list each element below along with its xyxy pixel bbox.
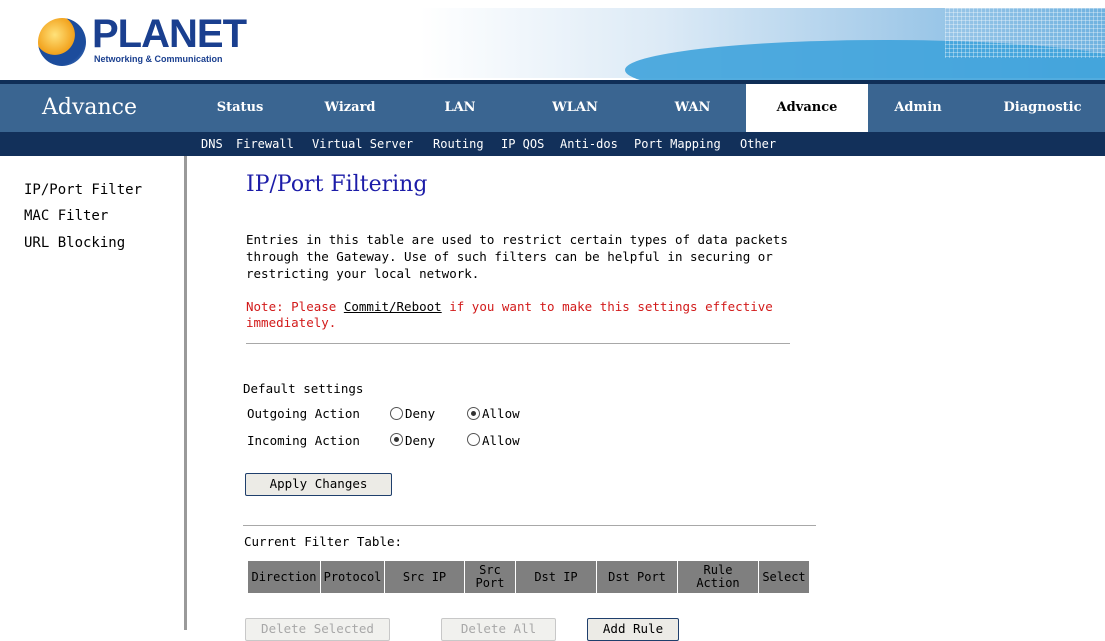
tab-lan[interactable]: LAN [410, 84, 510, 132]
incoming-action-label: Incoming Action [247, 433, 360, 448]
subnav-routing[interactable]: Routing [433, 132, 484, 156]
incoming-allow-radio[interactable] [467, 433, 480, 446]
sidebar-divider [184, 156, 187, 630]
outgoing-allow-radio[interactable] [467, 407, 480, 420]
col-src-ip: Src IP [385, 561, 464, 593]
logo-text: PLANET [92, 12, 247, 56]
default-settings-label: Default settings [243, 381, 364, 396]
subnav-firewall[interactable]: Firewall [236, 132, 294, 156]
col-dst-port: Dst Port [597, 561, 677, 593]
incoming-deny-radio[interactable] [390, 433, 403, 446]
logo-subtitle: Networking & Communication [94, 54, 223, 64]
subnav-port-mapping[interactable]: Port Mapping [634, 132, 721, 156]
note-prefix: Note: Please [246, 299, 344, 314]
col-protocol: Protocol [321, 561, 384, 593]
col-src-port: Src Port [465, 561, 515, 593]
subnav-dns[interactable]: DNS [201, 132, 223, 156]
tab-diagnostic[interactable]: Diagnostic [980, 84, 1105, 132]
table-divider [243, 525, 816, 526]
header-pattern [945, 8, 1105, 58]
col-dst-ip: Dst IP [516, 561, 596, 593]
subnav-ip-qos[interactable]: IP QOS [501, 132, 544, 156]
outgoing-deny-radio[interactable] [390, 407, 403, 420]
section-title: Advance [42, 95, 138, 120]
incoming-allow-label: Allow [482, 433, 520, 448]
sidebar-item-mac-filter[interactable]: MAC Filter [24, 208, 108, 224]
globe-icon [38, 18, 86, 66]
col-select: Select [759, 561, 809, 593]
outgoing-allow-label: Allow [482, 406, 520, 421]
sidebar-item-ip-port-filter[interactable]: IP/Port Filter [24, 182, 142, 198]
tab-wlan[interactable]: WLAN [520, 84, 630, 132]
sub-nav: DNS Firewall Virtual Server Routing IP Q… [0, 132, 1105, 156]
sidebar-item-url-blocking[interactable]: URL Blocking [24, 235, 125, 251]
tab-status[interactable]: Status [190, 84, 290, 132]
table-header-row: Direction Protocol Src IP Src Port Dst IP… [248, 561, 809, 593]
tab-wizard[interactable]: Wizard [295, 84, 405, 132]
tab-wan[interactable]: WAN [640, 84, 745, 132]
page-title: IP/Port Filtering [246, 172, 428, 197]
subnav-virtual-server[interactable]: Virtual Server [312, 132, 413, 156]
page-description: Entries in this table are used to restri… [246, 232, 788, 281]
apply-changes-button[interactable]: Apply Changes [245, 473, 392, 496]
commit-note: Note: Please Commit/Reboot if you want t… [246, 299, 806, 331]
filter-table-label: Current Filter Table: [244, 534, 403, 549]
page-header: PLANET Networking & Communication [0, 0, 1105, 80]
planet-logo: PLANET Networking & Communication [38, 12, 247, 72]
col-rule-action: Rule Action [678, 561, 758, 593]
incoming-deny-label: Deny [405, 433, 436, 448]
col-direction: Direction [248, 561, 320, 593]
tab-admin[interactable]: Admin [868, 84, 968, 132]
main-nav: Advance Status Wizard LAN WLAN WAN Advan… [0, 84, 1105, 132]
outgoing-action-label: Outgoing Action [247, 406, 360, 421]
outgoing-deny-label: Deny [405, 406, 436, 421]
subnav-anti-dos[interactable]: Anti-dos [560, 132, 618, 156]
filter-table: Direction Protocol Src IP Src Port Dst IP… [247, 560, 810, 594]
subnav-other[interactable]: Other [740, 132, 776, 156]
commit-reboot-link[interactable]: Commit/Reboot [344, 299, 442, 314]
tab-advance[interactable]: Advance [746, 84, 868, 132]
section-divider [246, 343, 790, 344]
